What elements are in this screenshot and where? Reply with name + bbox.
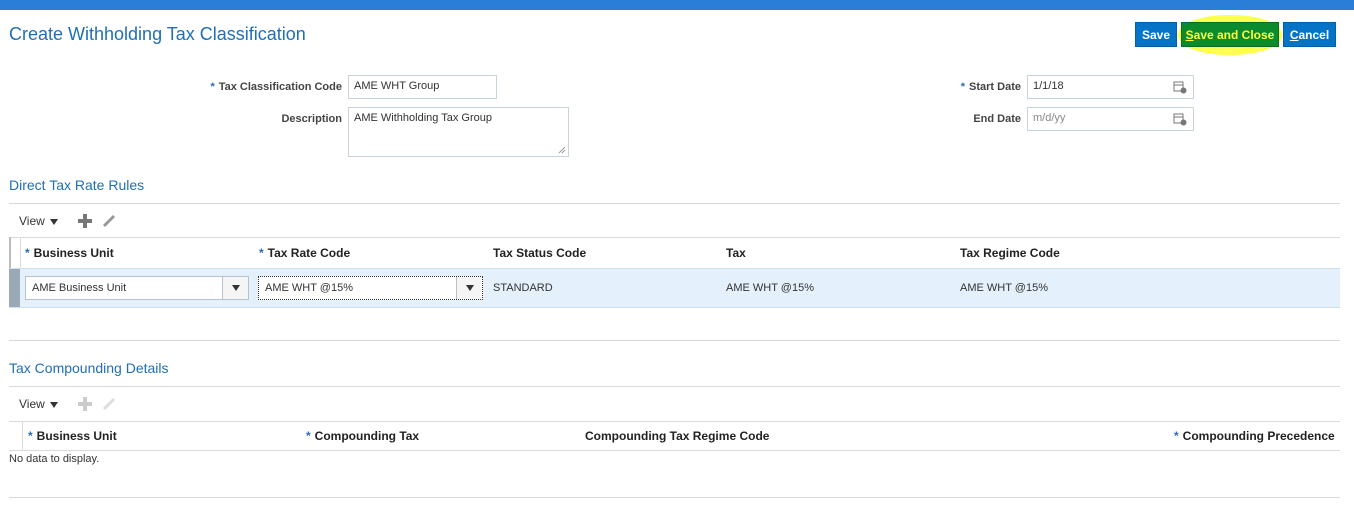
col-compounding-tax-regime-code[interactable]: Compounding Tax Regime Code [585, 429, 769, 443]
divider [9, 497, 1340, 498]
chevron-down-icon [49, 219, 58, 225]
view-menu[interactable]: View [19, 397, 58, 411]
tax-classification-code-label: * Tax Classification Code [210, 81, 342, 93]
col-tax-rate-code[interactable]: * Tax Rate Code [259, 246, 350, 260]
business-unit-dropdown[interactable]: AME Business Unit [25, 276, 249, 300]
save-and-close-button[interactable]: Save and Close [1181, 22, 1279, 47]
table-header-top-border [9, 421, 1340, 422]
tax-regime-code-value: AME WHT @15% [960, 282, 1048, 294]
end-date-label: End Date [973, 113, 1021, 125]
add-icon[interactable] [77, 214, 92, 228]
save-button[interactable]: Save [1135, 22, 1177, 47]
table-header-top-border [9, 237, 1340, 238]
col-tax[interactable]: Tax [726, 246, 746, 260]
view-menu[interactable]: View [19, 214, 58, 228]
col-tax-regime-code[interactable]: Tax Regime Code [960, 246, 1060, 260]
description-textarea[interactable]: AME Withholding Tax Group [348, 107, 569, 157]
description-label: Description [281, 113, 342, 125]
col-business-unit[interactable]: * Business Unit [25, 246, 114, 260]
edit-icon[interactable] [102, 214, 116, 228]
col-business-unit[interactable]: * Business Unit [28, 429, 117, 443]
top-bar [0, 0, 1354, 10]
col-tax-status-code[interactable]: Tax Status Code [493, 246, 586, 260]
start-date-label: * Start Date [960, 81, 1021, 93]
col-compounding-tax[interactable]: * Compounding Tax [306, 429, 419, 443]
tax-rate-code-dropdown[interactable]: AME WHT @15% [258, 276, 483, 300]
page-title: Create Withholding Tax Classification [9, 24, 306, 44]
start-date-input[interactable]: 1/1/18 [1027, 75, 1194, 99]
divider [9, 386, 1340, 387]
column-divider [20, 237, 21, 268]
divider [9, 450, 1340, 451]
tax-status-code-value: STANDARD [493, 282, 553, 294]
calendar-icon[interactable] [1173, 112, 1187, 126]
tax-value: AME WHT @15% [726, 282, 814, 294]
cancel-button[interactable]: Cancel [1283, 22, 1336, 47]
tax-compounding-details-title: Tax Compounding Details [9, 360, 169, 376]
compounding-toolbar: View [19, 397, 116, 411]
chevron-down-icon [231, 285, 240, 291]
direct-tax-rate-rules-title: Direct Tax Rate Rules [9, 177, 145, 193]
column-divider [22, 421, 23, 450]
empty-table-message: No data to display. [9, 453, 100, 465]
column-divider [9, 237, 11, 268]
divider [9, 340, 1340, 341]
calendar-icon[interactable] [1173, 80, 1187, 94]
resize-handle-icon[interactable] [558, 146, 566, 154]
end-date-input[interactable]: m/d/yy [1027, 107, 1194, 131]
add-icon [77, 397, 92, 411]
edit-icon [102, 397, 115, 411]
direct-rules-toolbar: View [19, 214, 116, 228]
row-selector[interactable] [9, 269, 20, 307]
chevron-down-icon [465, 285, 474, 291]
dropdown-button[interactable] [456, 277, 482, 299]
col-compounding-precedence[interactable]: * Compounding Precedence [1174, 429, 1335, 443]
tax-classification-code-input[interactable]: AME WHT Group [348, 75, 497, 99]
chevron-down-icon [49, 402, 58, 408]
divider [9, 203, 1340, 204]
dropdown-button[interactable] [222, 277, 248, 299]
